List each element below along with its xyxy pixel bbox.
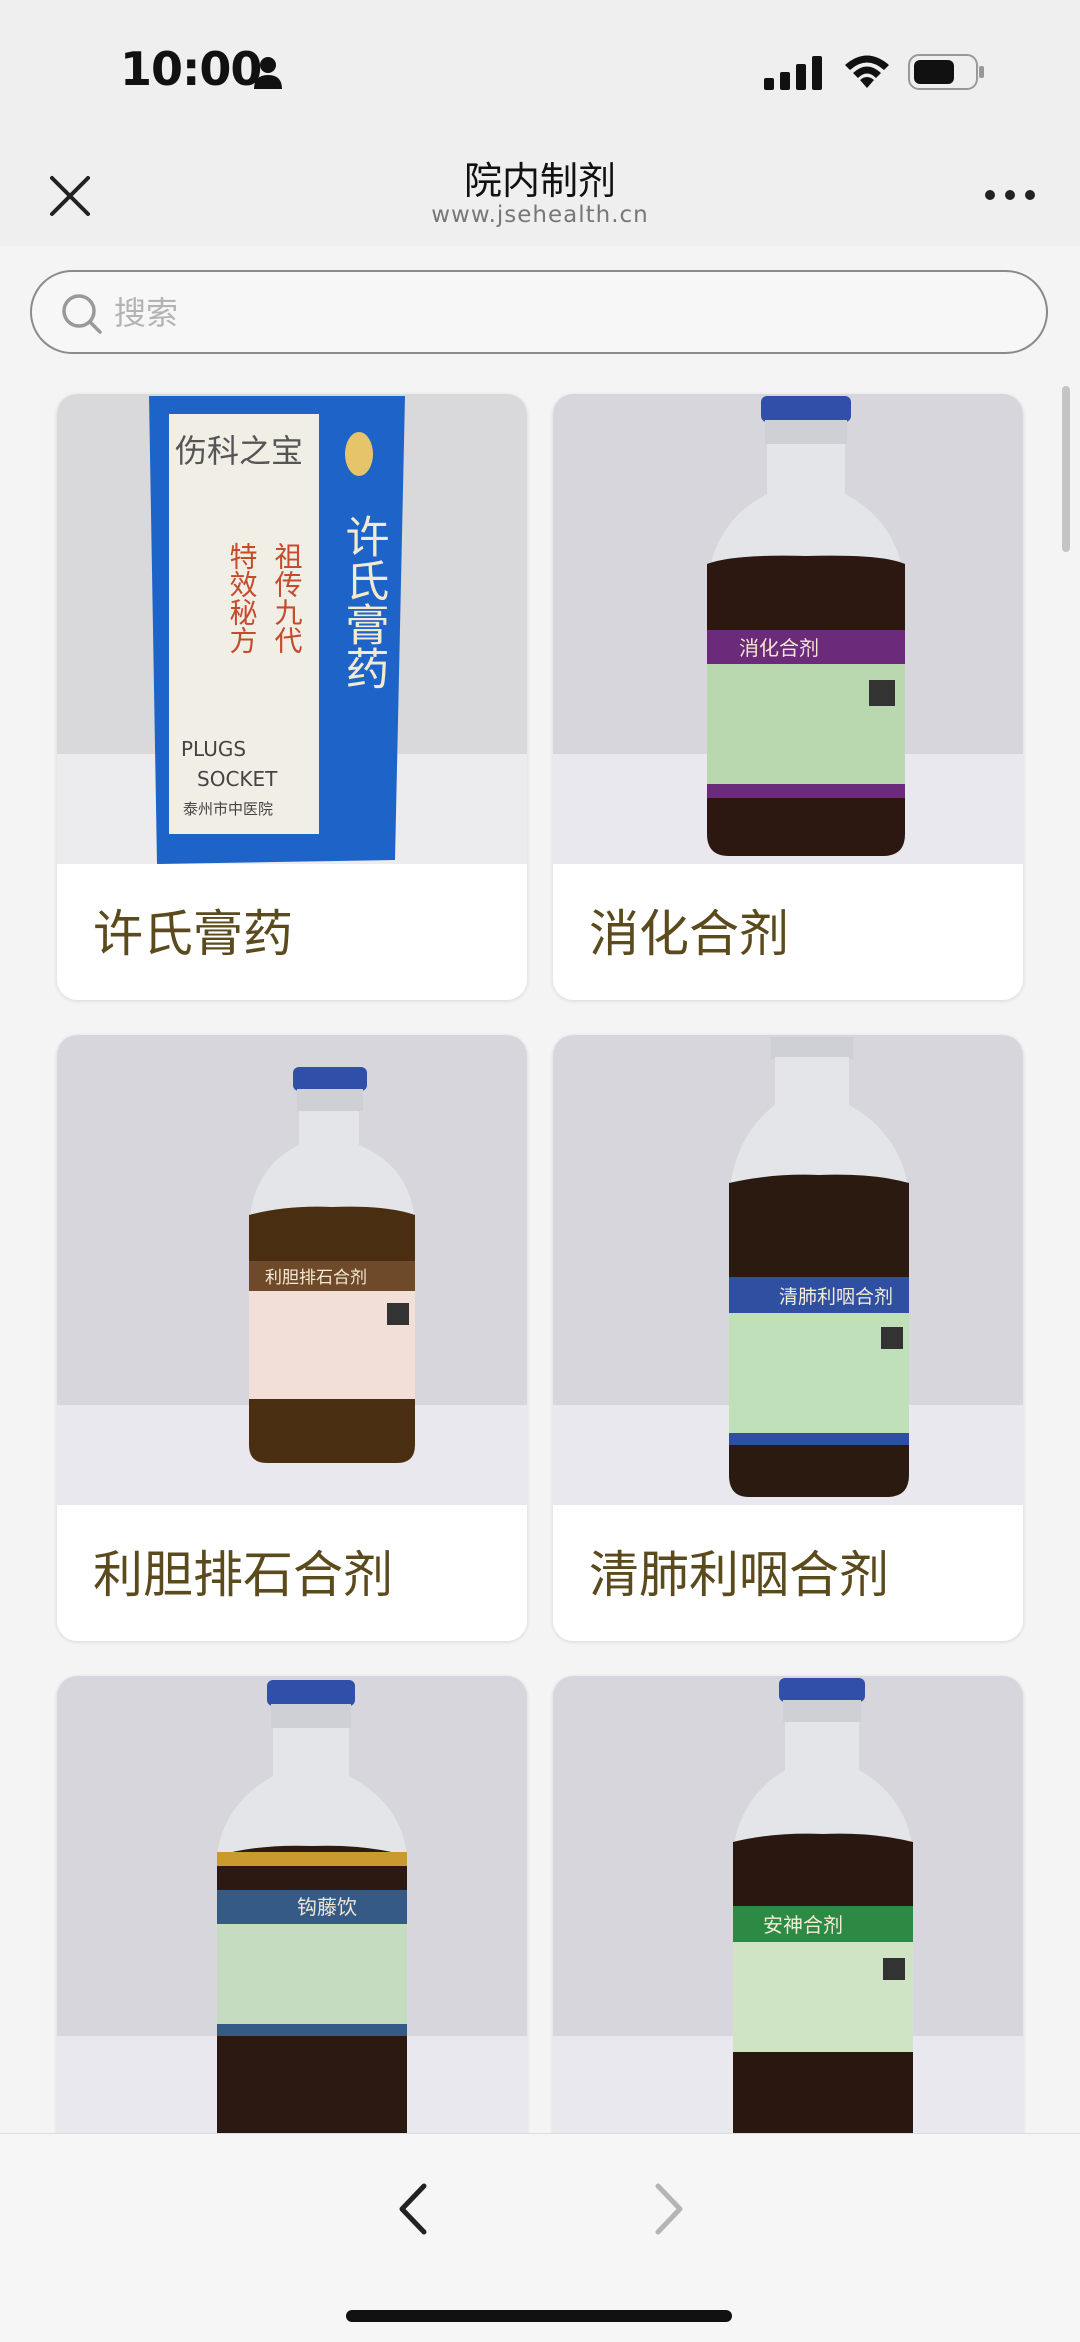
page-url: www.jsehealth.cn — [431, 202, 649, 228]
product-name: 清肺利咽合剂 — [589, 1546, 889, 1604]
content-area: 伤科之宝 祖传九代 特效秘方 许氏膏药 PLUGS SOCKET 泰州市中医院 … — [0, 246, 1080, 2133]
search-bar[interactable] — [30, 270, 1048, 354]
back-arrow-icon[interactable] — [390, 2174, 436, 2244]
product-image-lidan-paishi-mixture: 利胆排石合剂 — [57, 1035, 527, 1505]
bottle-label-text: 清肺利咽合剂 — [779, 1286, 893, 1308]
bottom-nav-bar — [0, 2133, 1080, 2342]
product-name: 许氏膏药 — [93, 905, 293, 963]
cellular-signal-icon — [764, 56, 822, 90]
packet-text-1: 伤科之宝 — [175, 432, 303, 470]
scrollbar-thumb[interactable] — [1062, 386, 1070, 552]
status-time: 10:00 — [120, 42, 262, 96]
product-card-anshen-mixture[interactable]: 安神合剂 — [553, 1676, 1023, 2133]
product-image-digestive-mixture: 消化合剂 — [553, 394, 1023, 864]
packet-text-6: 泰州市中医院 — [183, 800, 273, 818]
packet-brand: 许氏膏药 — [338, 514, 389, 690]
wifi-icon — [845, 55, 889, 88]
status-bar: 10:00 — [0, 0, 1080, 140]
bottle-label-text: 钩藤饮 — [297, 1895, 357, 1919]
packet-text-5: SOCKET — [197, 767, 278, 791]
bottle-label-text: 消化合剂 — [739, 636, 819, 660]
battery-icon — [908, 54, 984, 90]
more-menu-icon[interactable] — [980, 180, 1040, 210]
search-icon — [62, 294, 102, 334]
product-card-gouteng-yin[interactable]: 钩藤饮 — [57, 1676, 527, 2133]
bottle-label-text: 安神合剂 — [763, 1913, 843, 1937]
product-card-qingfei-liyan-mixture[interactable]: 清肺利咽合剂 清肺利咽合剂 — [553, 1035, 1023, 1641]
packet-text-2: 祖传九代 — [271, 542, 304, 654]
page-title: 院内制剂 — [463, 159, 616, 203]
product-card-lidan-paishi-mixture[interactable]: 利胆排石合剂 利胆排石合剂 — [57, 1035, 527, 1641]
product-image-gouteng-yin: 钩藤饮 — [57, 1676, 527, 2133]
product-image-qingfei-liyan-mixture: 清肺利咽合剂 — [553, 1035, 1023, 1505]
bottle-label-text: 利胆排石合剂 — [265, 1268, 367, 1288]
product-card-xushi-plaster[interactable]: 伤科之宝 祖传九代 特效秘方 许氏膏药 PLUGS SOCKET 泰州市中医院 … — [57, 394, 527, 1000]
search-input[interactable] — [112, 286, 996, 340]
home-indicator[interactable] — [346, 2310, 732, 2322]
product-name: 利胆排石合剂 — [93, 1546, 393, 1604]
product-image-anshen-mixture: 安神合剂 — [553, 1676, 1023, 2133]
product-name: 消化合剂 — [589, 905, 789, 963]
person-icon — [254, 57, 282, 89]
packet-text-4: PLUGS — [181, 737, 246, 761]
nav-bar: 院内制剂 www.jsehealth.cn — [0, 140, 1080, 246]
forward-arrow-icon[interactable] — [646, 2174, 692, 2244]
product-card-digestive-mixture[interactable]: 消化合剂 消化合剂 — [553, 394, 1023, 1000]
product-image-xushi-plaster: 伤科之宝 祖传九代 特效秘方 许氏膏药 PLUGS SOCKET 泰州市中医院 — [57, 394, 527, 864]
packet-text-3: 特效秘方 — [226, 542, 259, 654]
